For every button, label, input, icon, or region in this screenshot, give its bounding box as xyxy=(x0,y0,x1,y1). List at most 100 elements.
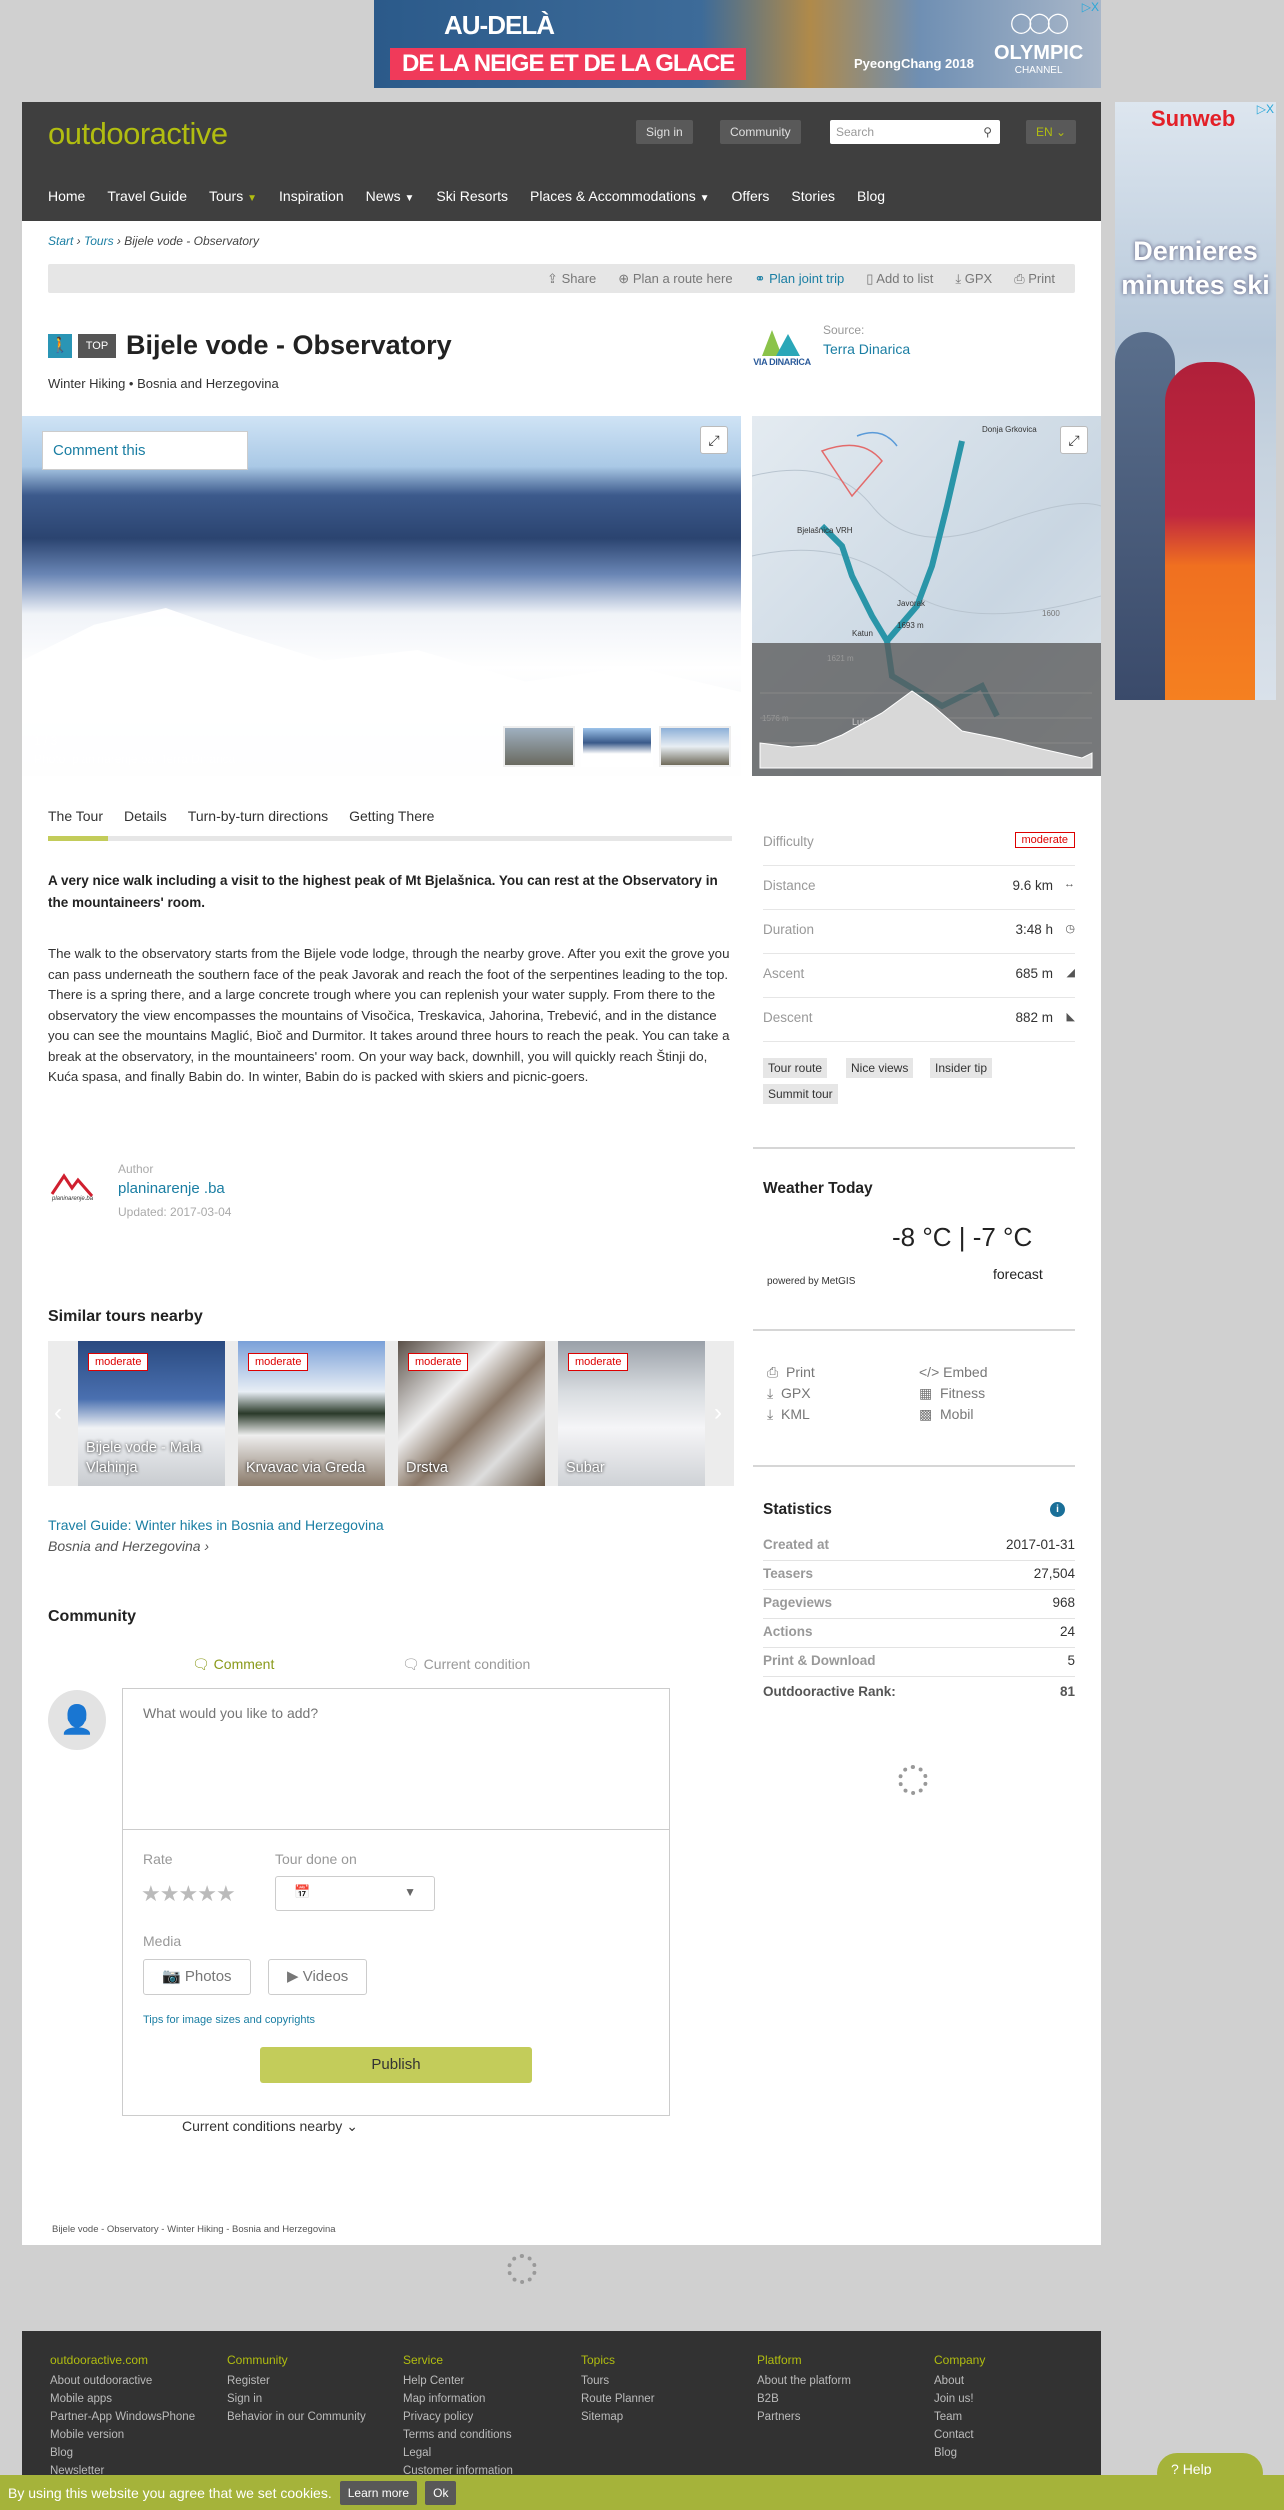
footer-link[interactable]: Blog xyxy=(934,2447,985,2459)
source-link[interactable]: Terra Dinarica xyxy=(823,341,910,357)
star-icon[interactable]: ★ xyxy=(216,1881,236,1906)
star-icon[interactable]: ★ xyxy=(197,1881,217,1906)
mobile-link[interactable]: ▩ Mobil xyxy=(919,1406,973,1423)
star-icon[interactable]: ★ xyxy=(160,1881,180,1906)
top-banner-ad[interactable]: AU-DELÀ DE LA NEIGE ET DE LA GLACE ◯◯◯ P… xyxy=(374,0,1101,88)
carousel-prev-icon[interactable]: ‹ xyxy=(54,1399,62,1427)
side-banner-ad[interactable]: Sunweb Dernieres minutes ski ▷X xyxy=(1115,102,1276,700)
breadcrumb-tours[interactable]: Tours xyxy=(84,234,114,248)
gpx-link[interactable]: ⤓ GPX xyxy=(767,1385,811,1402)
comment-textarea[interactable] xyxy=(123,1689,669,1830)
nav-tours[interactable]: Tours ▼ xyxy=(209,188,257,204)
comment-this-button[interactable]: Comment this xyxy=(42,431,248,470)
nav-news[interactable]: News ▼ xyxy=(366,188,415,204)
sign-in-button[interactable]: Sign in xyxy=(636,120,693,144)
search-icon[interactable]: ⚲ xyxy=(983,120,992,144)
photo-gallery[interactable]: Comment this ⤢ 1 / 3 Photo: planinarenje… xyxy=(22,416,741,776)
nav-places[interactable]: Places & Accommodations ▼ xyxy=(530,188,710,204)
tab-getting-there[interactable]: Getting There xyxy=(349,808,434,824)
nav-travel-guide[interactable]: Travel Guide xyxy=(107,188,187,204)
star-icon[interactable]: ★ xyxy=(178,1881,198,1906)
image-tips-link[interactable]: Tips for image sizes and copyrights xyxy=(143,2014,315,2026)
footer-link[interactable]: Map information xyxy=(403,2393,513,2405)
travel-guide-link[interactable]: Travel Guide: Winter hikes in Bosnia and… xyxy=(48,1517,384,1533)
print-button[interactable]: ⎙ Print xyxy=(1014,271,1055,287)
tab-directions[interactable]: Turn-by-turn directions xyxy=(188,808,328,824)
nav-home[interactable]: Home xyxy=(48,188,85,204)
ad-close-icon[interactable]: ▷X xyxy=(1257,102,1274,116)
ad-close-icon[interactable]: ▷X xyxy=(1082,0,1099,14)
embed-link[interactable]: </> Embed xyxy=(919,1364,988,1380)
nav-blog[interactable]: Blog xyxy=(857,188,885,204)
tab-current-condition[interactable]: 🗨 Current condition xyxy=(402,1656,530,1673)
footer-link[interactable]: Help Center xyxy=(403,2375,513,2387)
footer-link[interactable]: About xyxy=(934,2375,985,2387)
tab-comment[interactable]: 🗨 Comment xyxy=(192,1656,274,1673)
footer-link[interactable]: Mobile version xyxy=(50,2429,195,2441)
weather-forecast-link[interactable]: forecast xyxy=(993,1266,1043,1282)
carousel-next-icon[interactable]: › xyxy=(714,1399,722,1427)
print-link[interactable]: ⎙ Print xyxy=(767,1364,815,1381)
footer-link[interactable]: Sign in xyxy=(227,2393,366,2405)
footer-link[interactable]: Route Planner xyxy=(581,2393,655,2405)
star-icon[interactable]: ★ xyxy=(141,1881,161,1906)
learn-more-button[interactable]: Learn more xyxy=(339,2480,418,2505)
tag-insider-tip[interactable]: Insider tip xyxy=(930,1058,993,1078)
region-link[interactable]: Bosnia and Herzegovina › xyxy=(48,1538,209,1554)
gallery-thumbnail[interactable] xyxy=(503,726,575,767)
nav-stories[interactable]: Stories xyxy=(791,188,835,204)
author-link[interactable]: planinarenje .ba xyxy=(118,1180,225,1197)
gpx-button[interactable]: ⤓ GPX xyxy=(955,271,992,287)
fitness-link[interactable]: ▦ Fitness xyxy=(919,1385,985,1402)
tour-map[interactable]: Donja Grkovica Bjelašnica VRH Javorak 16… xyxy=(752,416,1101,776)
tour-date-select[interactable]: 📅 ▼ xyxy=(275,1876,435,1911)
footer-link[interactable]: Behavior in our Community xyxy=(227,2411,366,2423)
footer-link[interactable]: Legal xyxy=(403,2447,513,2459)
plan-route-button[interactable]: ⊕ Plan a route here xyxy=(618,271,732,287)
kml-link[interactable]: ⤓ KML xyxy=(767,1406,810,1423)
footer-link[interactable]: Privacy policy xyxy=(403,2411,513,2423)
footer-link[interactable]: About the platform xyxy=(757,2375,851,2387)
footer-link[interactable]: Blog xyxy=(50,2447,195,2459)
tag-summit-tour[interactable]: Summit tour xyxy=(763,1084,838,1104)
footer-link[interactable]: Sitemap xyxy=(581,2411,655,2423)
tour-card[interactable]: moderate Bijele vode - Mala Vlahinja xyxy=(78,1341,225,1486)
tab-the-tour[interactable]: The Tour xyxy=(48,808,103,824)
language-select[interactable]: EN ⌄ xyxy=(1026,120,1077,144)
footer-link[interactable]: Mobile apps xyxy=(50,2393,195,2405)
plan-joint-trip-button[interactable]: ⚭ Plan joint trip xyxy=(755,271,845,287)
publish-button[interactable]: Publish xyxy=(260,2047,532,2083)
footer-link[interactable]: Partners xyxy=(757,2411,851,2423)
add-videos-button[interactable]: ▶ Videos xyxy=(268,1959,368,1995)
site-logo[interactable]: outdooractive xyxy=(48,116,228,152)
community-button[interactable]: Community xyxy=(720,120,801,144)
add-to-list-button[interactable]: ▯ Add to list xyxy=(866,271,933,287)
fullscreen-icon[interactable]: ⤢ xyxy=(1060,426,1088,454)
tour-card[interactable]: moderate Drstva xyxy=(398,1341,545,1486)
tag-nice-views[interactable]: Nice views xyxy=(846,1058,914,1078)
fullscreen-icon[interactable]: ⤢ xyxy=(700,426,728,454)
tag-tour-route[interactable]: Tour route xyxy=(763,1058,828,1078)
search-input[interactable]: Search ⚲ xyxy=(830,120,1000,144)
footer-link[interactable]: Terms and conditions xyxy=(403,2429,513,2441)
add-photos-button[interactable]: 📷 Photos xyxy=(143,1959,251,1995)
nav-inspiration[interactable]: Inspiration xyxy=(279,188,344,204)
footer-link[interactable]: About outdooractive xyxy=(50,2375,195,2387)
author-logo[interactable]: planinarenje.ba xyxy=(48,1168,102,1204)
nav-ski-resorts[interactable]: Ski Resorts xyxy=(436,188,508,204)
gallery-thumbnail[interactable] xyxy=(659,726,731,767)
nav-offers[interactable]: Offers xyxy=(732,188,770,204)
footer-link[interactable]: B2B xyxy=(757,2393,851,2405)
footer-link[interactable]: Join us! xyxy=(934,2393,985,2405)
tour-card[interactable]: moderate Subar xyxy=(558,1341,705,1486)
star-rating[interactable]: ★★★★★ xyxy=(141,1881,236,1907)
gallery-thumbnail-active[interactable] xyxy=(581,726,653,767)
footer-link[interactable]: Tours xyxy=(581,2375,655,2387)
source-logo[interactable]: VIA DINARICA xyxy=(746,328,818,368)
breadcrumb-start[interactable]: Start xyxy=(48,234,73,248)
ok-button[interactable]: Ok xyxy=(425,2480,457,2505)
tab-details[interactable]: Details xyxy=(124,808,167,824)
info-icon[interactable]: i xyxy=(1050,1502,1065,1517)
footer-link[interactable]: Partner-App WindowsPhone xyxy=(50,2411,195,2423)
elevation-profile[interactable]: 1621 m 1576 m Lukavac xyxy=(752,643,1101,776)
